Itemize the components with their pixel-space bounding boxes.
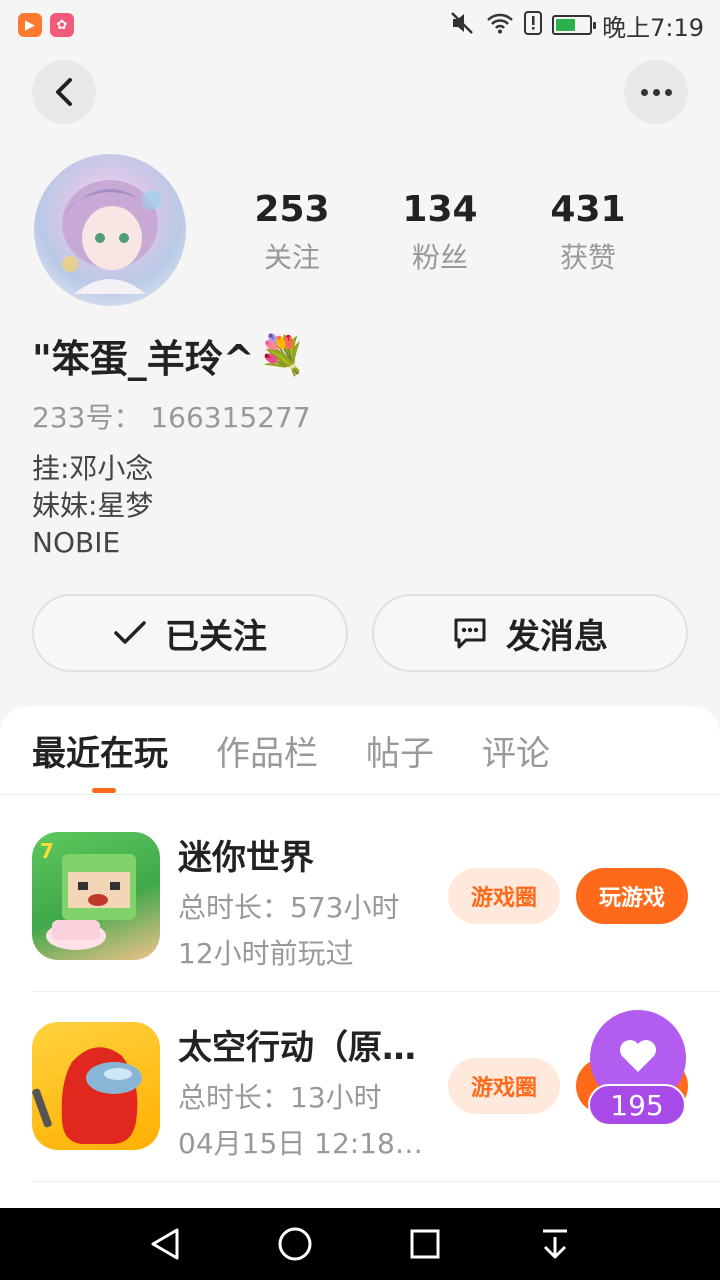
- like-badge-count: 195: [588, 1084, 686, 1126]
- game-total-duration: 总时长：13小时: [178, 1081, 382, 1114]
- checkmark-icon: [114, 621, 146, 644]
- pull-down-icon: [543, 1229, 567, 1259]
- more-button[interactable]: [624, 60, 688, 124]
- alert-icon: [524, 10, 543, 40]
- mute-icon: [450, 11, 476, 40]
- user-id: 233号： 166315277: [32, 396, 311, 436]
- nav-recents-button[interactable]: [405, 1224, 445, 1264]
- tab-recently-played[interactable]: 最近在玩: [32, 726, 168, 775]
- nickname-text: "笨蛋_羊玲^: [32, 337, 255, 381]
- likes-label: 获赞: [559, 241, 616, 274]
- game-circle-button[interactable]: 游戏圈: [448, 868, 560, 924]
- mini-world-game-icon[interactable]: 7: [32, 832, 160, 960]
- stat-likes[interactable]: 431 获赞: [528, 188, 648, 276]
- video-app-icon: ▶: [18, 13, 42, 37]
- more-dots-icon: [640, 88, 672, 96]
- user-id-label: 233号：: [32, 401, 142, 434]
- followed-label: 已关注: [165, 616, 267, 657]
- square-recents-icon: [410, 1229, 440, 1259]
- huawei-app-icon: ✿: [50, 13, 74, 37]
- clock-text: 晚上7:19: [602, 13, 704, 42]
- bio-line: 妹妹:星梦: [32, 489, 154, 522]
- send-message-button[interactable]: 发消息: [372, 594, 688, 672]
- game-title: 迷你世界: [178, 838, 314, 878]
- game-title: 太空行动（原…: [178, 1028, 416, 1068]
- tab-works[interactable]: 作品栏: [216, 726, 318, 775]
- bouquet-emoji: 💐: [258, 333, 306, 377]
- following-count: 253: [254, 189, 330, 230]
- space-action-game-icon[interactable]: [32, 1022, 160, 1150]
- nav-home-button[interactable]: [275, 1224, 315, 1264]
- heart-icon: [620, 1040, 656, 1072]
- chat-bubble-icon: [454, 618, 486, 649]
- tabs-divider: [0, 794, 720, 795]
- followed-button[interactable]: 已关注: [32, 594, 348, 672]
- nav-back-button[interactable]: [145, 1224, 185, 1264]
- game-total-duration: 总时长：573小时: [178, 891, 400, 924]
- status-bar: ▶ ✿ 晚上7:19: [0, 0, 720, 50]
- followers-label: 粉丝: [411, 241, 468, 274]
- triangle-back-icon: [151, 1228, 179, 1260]
- game-list-item[interactable]: 7 迷你世界 总时长：573小时 12小时前玩过 游戏圈 玩游戏: [32, 802, 720, 992]
- back-button[interactable]: [32, 60, 96, 124]
- profile-tabs: 最近在玩 作品栏 帖子 评论: [32, 726, 550, 775]
- tab-comments[interactable]: 评论: [482, 726, 550, 775]
- bio-line: 挂:邓小念: [32, 452, 154, 485]
- circle-home-icon: [278, 1227, 312, 1261]
- bio: 挂:邓小念 妹妹:星梦 NOBIE: [32, 450, 153, 561]
- wifi-icon: [486, 12, 514, 39]
- nav-notification-button[interactable]: [535, 1224, 575, 1264]
- nickname: "笨蛋_羊玲^ 💐: [32, 328, 306, 383]
- chevron-left-icon: [56, 78, 72, 106]
- system-nav-bar: [0, 1208, 720, 1280]
- play-game-button[interactable]: 玩游戏: [576, 868, 688, 924]
- avatar-illustration: [62, 180, 162, 294]
- send-message-label: 发消息: [506, 616, 608, 657]
- battery-icon: [552, 15, 597, 35]
- game-last-played: 04月15日 12:18…: [178, 1127, 423, 1160]
- user-id-value: 166315277: [150, 401, 311, 434]
- avatar[interactable]: [34, 154, 186, 306]
- followers-count: 134: [402, 189, 478, 230]
- likes-count: 431: [550, 189, 626, 230]
- following-label: 关注: [263, 241, 320, 274]
- game-circle-button[interactable]: 游戏圈: [448, 1058, 560, 1114]
- tab-posts[interactable]: 帖子: [366, 726, 434, 775]
- svg-text:7: 7: [40, 839, 54, 863]
- bio-line: NOBIE: [32, 526, 121, 559]
- stat-followers[interactable]: 134 粉丝: [380, 188, 500, 276]
- active-tab-indicator: [92, 788, 116, 793]
- stat-following[interactable]: 253 关注: [232, 188, 352, 276]
- game-last-played: 12小时前玩过: [178, 937, 354, 970]
